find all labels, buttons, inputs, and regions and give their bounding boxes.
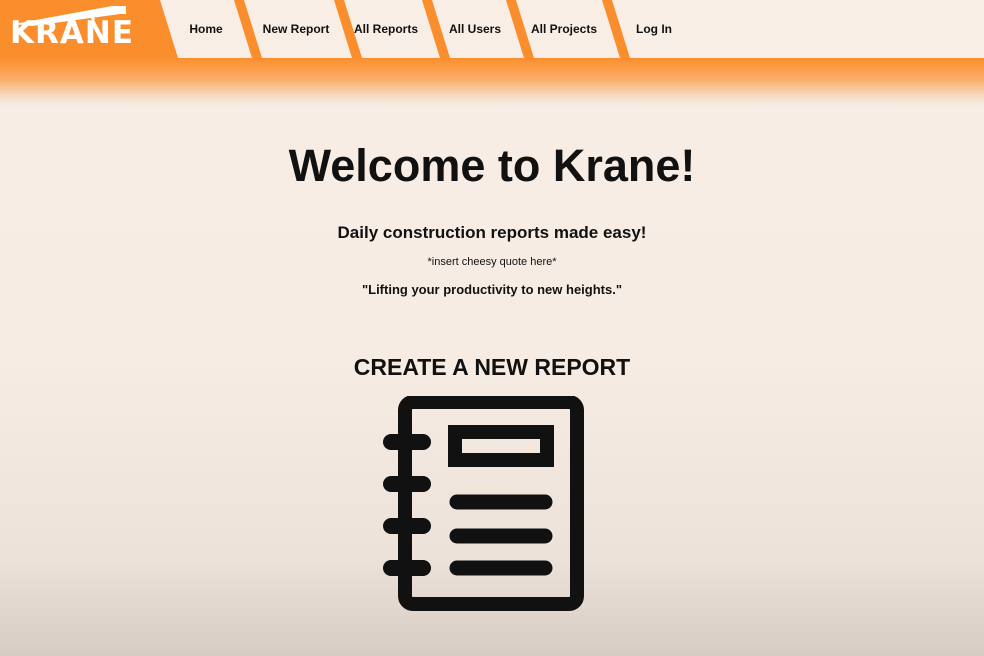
nav-all-projects[interactable]: All Projects xyxy=(528,18,600,40)
placeholder-quote: *insert cheesy quote here* xyxy=(427,256,557,268)
nav-all-users[interactable]: All Users xyxy=(442,18,508,40)
nav-all-reports[interactable]: All Reports xyxy=(350,18,422,40)
nav-new-report[interactable]: New Report xyxy=(258,18,334,40)
slogan-quote: "Lifting your productivity to new height… xyxy=(361,282,623,297)
main-content: Welcome to Krane! Daily construction rep… xyxy=(0,108,984,656)
nav-home[interactable]: Home xyxy=(176,18,236,40)
notebook-icon[interactable] xyxy=(383,396,587,612)
page-title: Welcome to Krane! xyxy=(288,140,696,191)
nav-log-in[interactable]: Log In xyxy=(622,18,686,40)
krane-logo[interactable]: KRANE xyxy=(8,4,133,52)
create-report-link[interactable]: CREATE A NEW REPORT xyxy=(300,352,684,382)
logo-text: KRANE xyxy=(10,15,135,51)
tagline: Daily construction reports made easy! xyxy=(337,223,647,242)
header-fade xyxy=(0,58,984,106)
site-header: KRANE Home New Report All Reports All Us… xyxy=(0,0,984,108)
